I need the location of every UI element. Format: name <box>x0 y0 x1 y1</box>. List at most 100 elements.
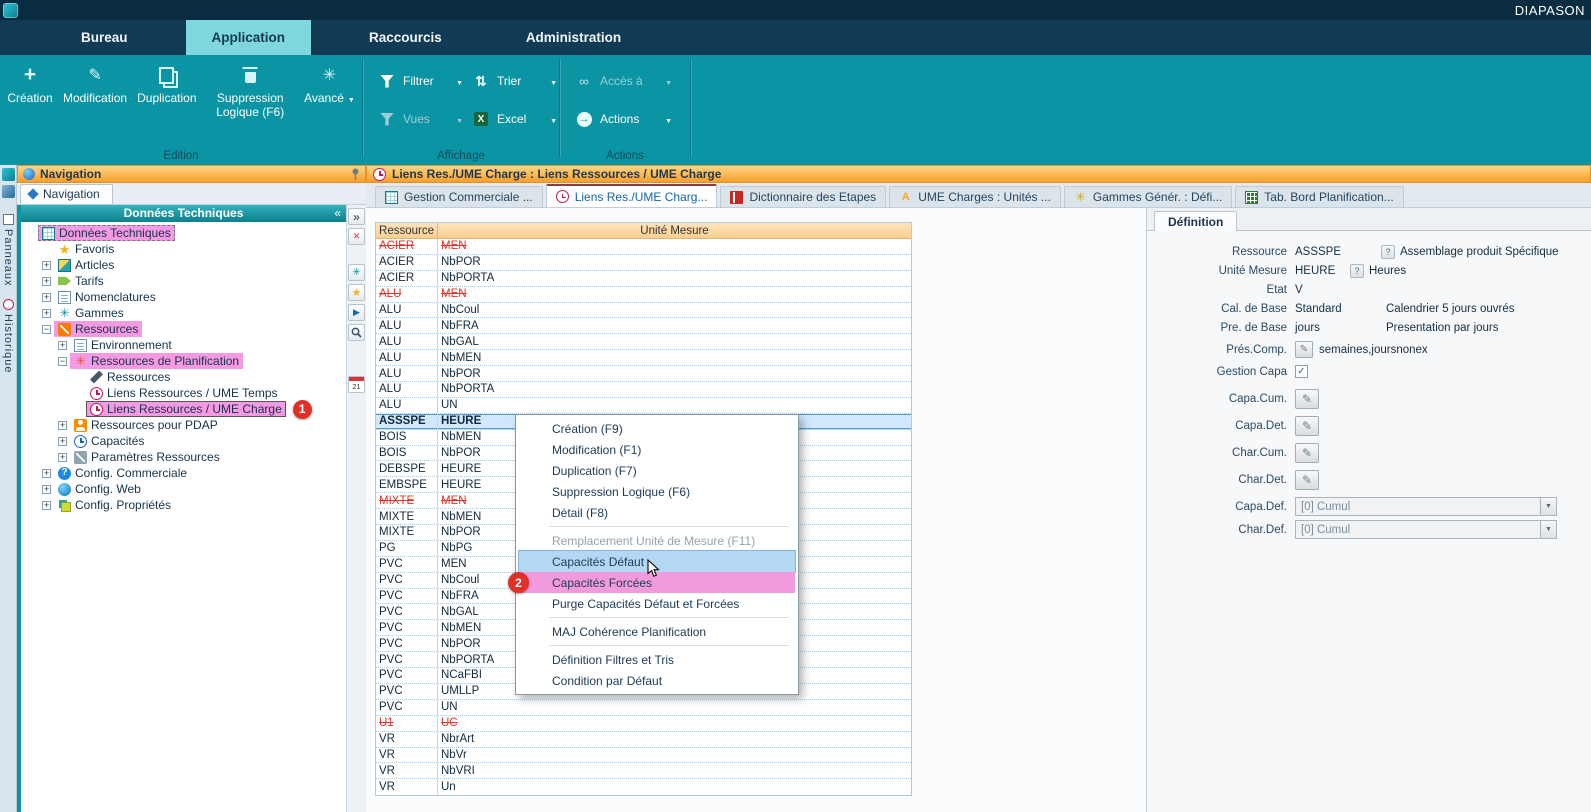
edit-pencil-icon[interactable] <box>1295 416 1319 436</box>
tree-item[interactable]: Nomenclatures <box>21 289 346 305</box>
tree-expander-icon[interactable] <box>42 485 51 494</box>
context-menu-item[interactable] <box>519 614 795 621</box>
tree-expander-icon[interactable] <box>42 277 51 286</box>
context-menu-item[interactable] <box>519 523 795 530</box>
table-row[interactable]: ALU UN <box>376 398 911 414</box>
expand-chevrons-icon[interactable] <box>348 208 365 225</box>
tab-definition[interactable]: Définition <box>1154 211 1237 231</box>
goto-arrow-icon[interactable] <box>348 304 365 321</box>
tree-expander-icon[interactable] <box>42 325 51 334</box>
table-row[interactable]: PVC UN <box>376 700 911 716</box>
gestion-capa-checkbox[interactable] <box>1295 365 1308 378</box>
table-row[interactable]: VR NbrArt <box>376 732 911 748</box>
tree-item[interactable]: Favoris <box>21 241 346 257</box>
table-row[interactable]: ALU NbMEN <box>376 350 911 366</box>
document-tab[interactable]: Gestion Commerciale ... <box>375 186 543 207</box>
table-row[interactable]: ALU NbGAL <box>376 334 911 350</box>
column-header-ressource[interactable]: Ressource <box>376 223 438 238</box>
close-icon[interactable] <box>348 228 365 245</box>
context-menu-item[interactable]: MAJ Cohérence Planification <box>519 621 795 642</box>
tree-expander-icon[interactable] <box>42 293 51 302</box>
ribbon-button[interactable]: Création <box>2 63 58 122</box>
ribbon-button[interactable]: Avancé <box>299 63 360 122</box>
document-tab[interactable]: Liens Res./UME Charg... <box>546 184 718 207</box>
document-tab[interactable]: Gammes Génér. : Défi... <box>1064 186 1232 207</box>
menu-tab[interactable]: Application <box>186 20 312 55</box>
ribbon-button[interactable]: Actions <box>574 109 674 129</box>
table-row[interactable]: VR NbVRI <box>376 763 911 779</box>
search-icon[interactable] <box>348 324 365 341</box>
tree-item[interactable]: Ressources <box>21 321 346 337</box>
chevron-down-icon[interactable] <box>1540 498 1556 515</box>
ribbon-button[interactable]: Filtrer <box>377 71 465 91</box>
tree-item[interactable]: Liens Ressources / UME Temps <box>21 385 346 401</box>
tree-item[interactable]: Config. Web <box>21 481 346 497</box>
table-row[interactable]: ALU NbCoul <box>376 303 911 319</box>
collapse-chevrons-icon[interactable] <box>334 205 341 222</box>
table-row[interactable]: ACIER NbPORTA <box>376 271 911 287</box>
tree-item[interactable]: Gammes <box>21 305 346 321</box>
tree-item[interactable]: Paramètres Ressources <box>21 449 346 465</box>
tree-item[interactable]: Articles <box>21 257 346 273</box>
table-row[interactable]: VR NbVr <box>376 748 911 764</box>
tree-item[interactable]: Données Techniques <box>21 225 346 241</box>
table-row[interactable]: VR Un <box>376 779 911 795</box>
context-menu-item[interactable]: Duplication (F7) <box>519 460 795 481</box>
tree-item[interactable]: Config. Propriétés <box>21 497 346 513</box>
ribbon-button[interactable]: Vues <box>377 109 465 129</box>
context-menu-item[interactable]: Suppression Logique (F6) <box>519 481 795 502</box>
tree-item[interactable]: Ressources <box>21 369 346 385</box>
document-tab[interactable]: UME Charges : Unités ... <box>889 186 1061 207</box>
ribbon-button[interactable]: Suppression Logique (F6) <box>202 63 299 122</box>
tree-expander-icon[interactable] <box>42 309 51 318</box>
edit-pencil-icon[interactable] <box>1295 341 1313 358</box>
favorites-star-icon[interactable] <box>348 284 365 301</box>
document-tab[interactable]: Tab. Bord Planification... <box>1235 186 1403 207</box>
table-row[interactable]: ACIER NbPOR <box>376 255 911 271</box>
menu-tab[interactable]: Administration <box>500 20 647 55</box>
edit-pencil-icon[interactable] <box>1295 470 1319 490</box>
context-menu-item[interactable]: Modification (F1) <box>519 439 795 460</box>
tree-expander-icon[interactable] <box>58 421 67 430</box>
tree-item[interactable]: Config. Commerciale <box>21 465 346 481</box>
context-menu-item[interactable]: Purge Capacités Défaut et Forcées <box>519 593 795 614</box>
ribbon-button[interactable]: Trier <box>471 71 559 91</box>
table-row[interactable]: U1 UC <box>376 716 911 732</box>
ribbon-button[interactable]: Duplication <box>132 63 202 122</box>
context-menu-item[interactable] <box>519 642 795 649</box>
tree-expander-icon[interactable] <box>42 501 51 510</box>
tree-item[interactable]: Capacités <box>21 433 346 449</box>
edit-pencil-icon[interactable] <box>1295 443 1319 463</box>
tree-expander-icon[interactable] <box>58 437 67 446</box>
settings-flower-icon[interactable] <box>348 264 365 281</box>
tree-item[interactable]: Ressources de Planification <box>21 353 346 369</box>
tree-expander-icon[interactable] <box>58 357 67 366</box>
table-row[interactable]: ACIER MEN <box>376 239 911 255</box>
edit-pencil-icon[interactable] <box>1295 389 1319 409</box>
strip-panel-icon[interactable] <box>2 185 15 198</box>
context-menu-item[interactable]: Définition Filtres et Tris <box>519 649 795 670</box>
help-icon[interactable] <box>1350 264 1364 278</box>
tree-item[interactable]: Liens Ressources / UME Charge 1 <box>21 401 346 417</box>
pin-icon[interactable] <box>351 168 360 181</box>
tree-expander-icon[interactable] <box>58 341 67 350</box>
context-menu-item[interactable]: Condition par Défaut <box>519 670 795 691</box>
menu-tab[interactable]: Raccourcis <box>343 20 468 55</box>
chevron-down-icon[interactable] <box>1540 521 1556 538</box>
document-tab[interactable]: Dictionnaire des Etapes <box>720 186 886 207</box>
char-def-select[interactable]: [0] Cumul <box>1295 520 1557 539</box>
capa-def-select[interactable]: [0] Cumul <box>1295 497 1557 516</box>
side-tab-panneaux[interactable]: Panneaux <box>2 214 14 287</box>
calendar-icon[interactable]: 21 <box>348 376 365 393</box>
menu-tab[interactable]: Bureau <box>55 20 154 55</box>
tree-expander-icon[interactable] <box>58 453 67 462</box>
context-menu-item[interactable]: Remplacement Unité de Mesure (F11) <box>519 530 795 551</box>
column-header-unite-mesure[interactable]: Unité Mesure <box>438 223 911 238</box>
tree-item[interactable]: Environnement <box>21 337 346 353</box>
help-icon[interactable] <box>1381 245 1395 259</box>
tree-item[interactable]: Ressources pour PDAP <box>21 417 346 433</box>
tree-item[interactable]: Tarifs <box>21 273 346 289</box>
context-menu-item[interactable]: Détail (F8) <box>519 502 795 523</box>
ribbon-button[interactable]: Modification <box>58 63 132 122</box>
tree-expander-icon[interactable] <box>42 469 51 478</box>
